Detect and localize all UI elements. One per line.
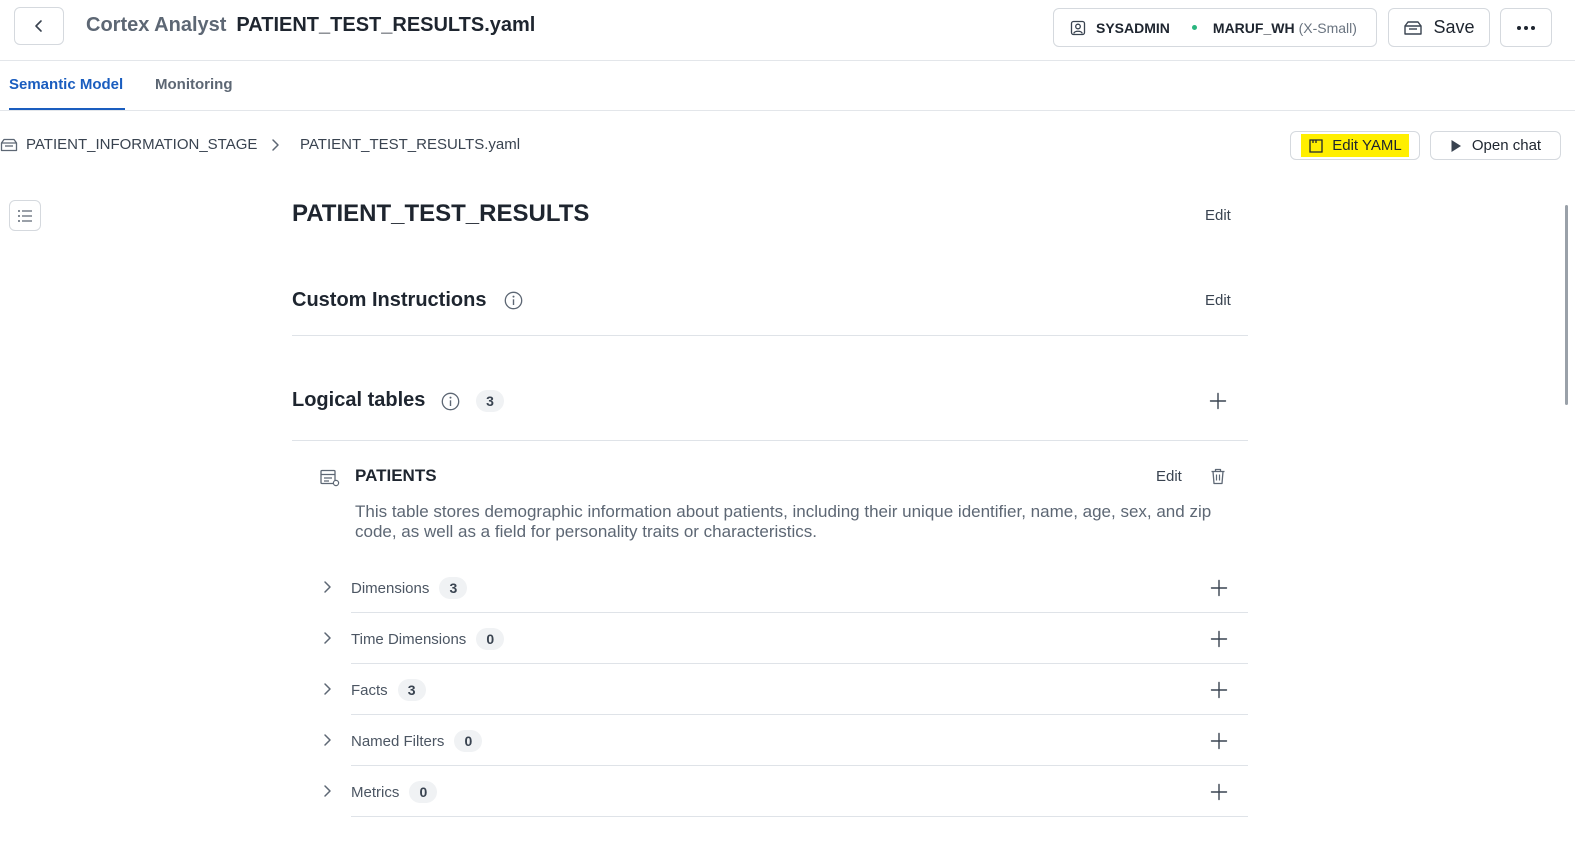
breadcrumb-stage[interactable]: PATIENT_INFORMATION_STAGE (0, 136, 257, 153)
add-metric-plus-icon[interactable] (1210, 783, 1228, 801)
divider (351, 714, 1248, 715)
section-count-badge: 0 (409, 781, 438, 803)
warehouse-name: MARUF_WH (1212, 19, 1295, 36)
info-icon[interactable] (441, 392, 460, 411)
divider (292, 440, 1248, 441)
table-edit-button[interactable]: Edit (1156, 468, 1182, 485)
custom-instructions-title: Custom Instructions (292, 289, 487, 311)
logical-tables-count-badge: 3 (476, 390, 504, 412)
save-icon (1403, 20, 1423, 36)
add-named-filter-plus-icon[interactable] (1210, 732, 1228, 750)
breadcrumb-file: PATIENT_TEST_RESULTS.yaml (300, 136, 520, 153)
section-count-badge: 3 (439, 577, 468, 599)
user-role-icon (1070, 20, 1086, 36)
edit-yaml-highlight: Edit YAML (1301, 134, 1409, 157)
section-named-filters[interactable]: Named Filters 0 (320, 716, 1248, 766)
section-time-dimensions[interactable]: Time Dimensions 0 (320, 614, 1248, 664)
chevron-right-icon[interactable] (320, 682, 334, 696)
edit-yaml-button[interactable]: Edit YAML (1290, 131, 1420, 160)
divider (351, 663, 1248, 664)
chevron-right-icon (268, 138, 282, 152)
tab-bar: Semantic Model Monitoring (0, 61, 1575, 111)
tab-semantic-model[interactable]: Semantic Model (9, 61, 126, 110)
add-dimension-plus-icon[interactable] (1210, 579, 1228, 597)
section-name: Metrics (351, 783, 400, 801)
chevron-right-icon[interactable] (320, 784, 334, 798)
divider (351, 612, 1248, 613)
divider (351, 765, 1248, 766)
logical-tables-title: Logical tables (292, 389, 426, 411)
section-label: Named Filters 0 (351, 730, 483, 752)
chevron-right-icon[interactable] (320, 733, 334, 747)
custom-instructions-edit-button[interactable]: Edit (1205, 292, 1231, 309)
section-dimensions[interactable]: Dimensions 3 (320, 563, 1248, 613)
table-name: PATIENTS (355, 466, 437, 485)
divider (292, 335, 1248, 336)
status-dot-icon (1191, 25, 1197, 30)
list-icon (17, 209, 33, 223)
section-name: Time Dimensions (351, 630, 467, 648)
chevron-left-icon (32, 19, 46, 33)
save-button[interactable]: Save (1388, 8, 1490, 47)
table-of-contents-button[interactable] (9, 200, 41, 231)
section-name: Facts (351, 681, 388, 699)
model-title: PATIENT_TEST_RESULTS (292, 200, 590, 227)
chevron-right-icon[interactable] (320, 631, 334, 645)
vertical-scrollbar[interactable] (1565, 205, 1568, 405)
chevron-right-icon[interactable] (320, 580, 334, 594)
play-icon (1450, 139, 1462, 153)
model-edit-button[interactable]: Edit (1205, 207, 1231, 224)
add-time-dimension-plus-icon[interactable] (1210, 630, 1228, 648)
breadcrumb-file-label: PATIENT_TEST_RESULTS.yaml (300, 136, 521, 153)
edit-yaml-label: Edit YAML (1332, 137, 1402, 154)
yaml-file-icon (1308, 138, 1324, 154)
add-fact-plus-icon[interactable] (1210, 681, 1228, 699)
divider (351, 816, 1248, 817)
app-name: Cortex Analyst (86, 14, 227, 36)
section-label: Facts 3 (351, 679, 426, 701)
trash-icon[interactable] (1210, 468, 1226, 485)
section-name: Named Filters (351, 732, 445, 750)
info-icon[interactable] (504, 291, 523, 310)
add-logical-table-plus-icon[interactable] (1209, 392, 1227, 410)
tab-monitoring[interactable]: Monitoring (155, 61, 232, 110)
context-selector[interactable]: SYSADMIN MARUF_WH (X-Small) (1053, 8, 1377, 47)
section-facts[interactable]: Facts 3 (320, 665, 1248, 715)
open-chat-button[interactable]: Open chat (1430, 131, 1561, 160)
section-label: Time Dimensions 0 (351, 628, 505, 650)
back-button[interactable] (14, 7, 64, 45)
section-count-badge: 0 (454, 730, 483, 752)
save-label: Save (1433, 17, 1475, 37)
warehouse-size: (X-Small) (1298, 19, 1357, 36)
more-options-button[interactable] (1500, 8, 1552, 47)
section-label: Metrics 0 (351, 781, 438, 803)
top-bar: Cortex Analyst PATIENT_TEST_RESULTS.yaml… (0, 0, 1575, 61)
role-name: SYSADMIN (1096, 19, 1170, 36)
stage-icon (0, 138, 18, 152)
section-label: Dimensions 3 (351, 577, 468, 599)
table-description: This table stores demographic informatio… (355, 502, 1212, 541)
table-icon (320, 469, 340, 487)
page-title: Cortex Analyst PATIENT_TEST_RESULTS.yaml (86, 14, 535, 37)
open-chat-label: Open chat (1471, 137, 1542, 154)
section-count-badge: 3 (397, 679, 426, 701)
file-name: PATIENT_TEST_RESULTS.yaml (236, 14, 536, 36)
more-horizontal-icon (1516, 25, 1536, 31)
section-count-badge: 0 (476, 628, 505, 650)
section-metrics[interactable]: Metrics 0 (320, 767, 1248, 817)
breadcrumb-stage-label: PATIENT_INFORMATION_STAGE (26, 136, 258, 153)
section-name: Dimensions (351, 579, 430, 597)
